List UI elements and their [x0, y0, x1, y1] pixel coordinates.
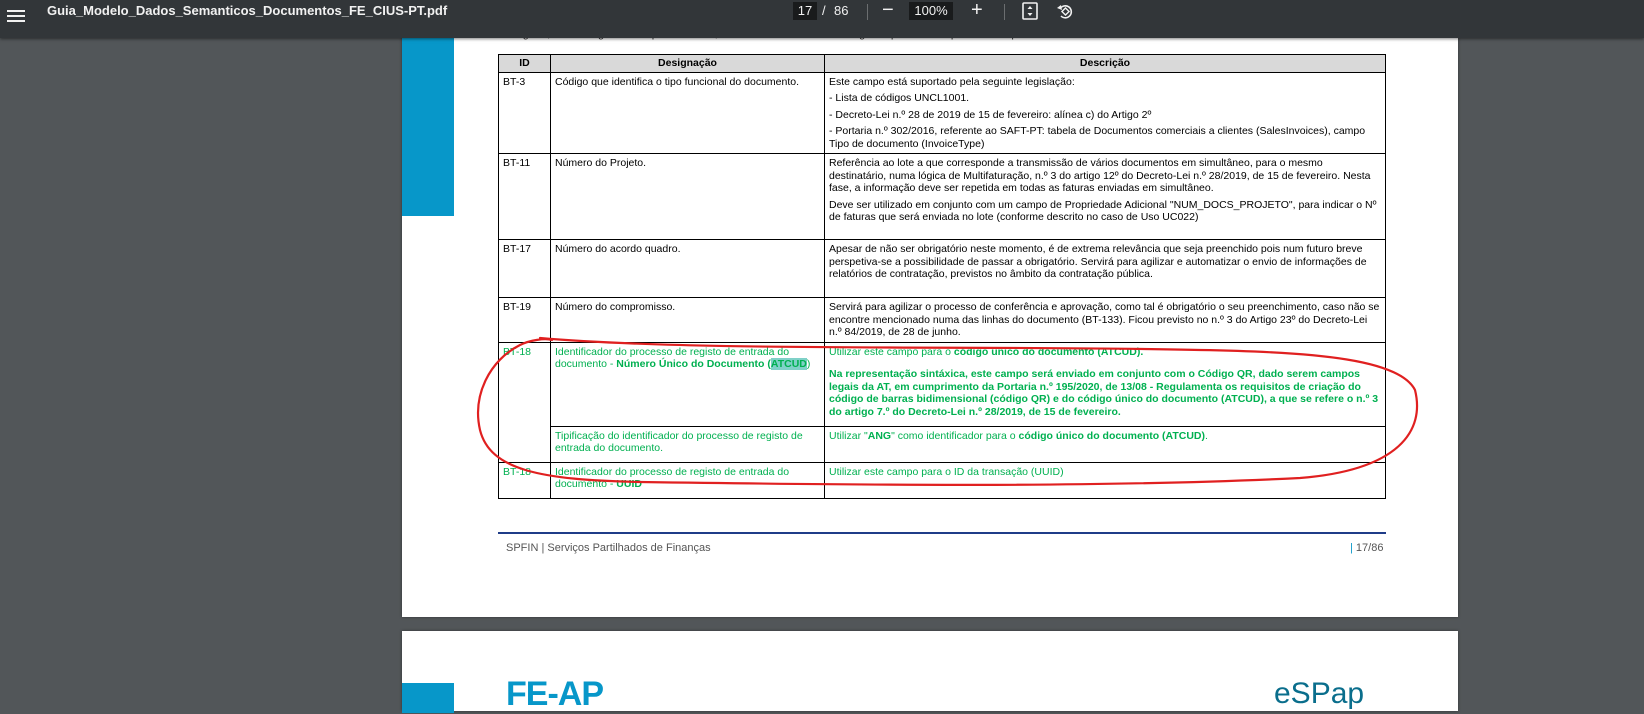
page-number-input[interactable]: 17 — [793, 2, 817, 20]
description-line: Referência ao lote a que corresponde a t… — [829, 157, 1371, 194]
page-side-accent — [402, 28, 454, 216]
designation-bold: UUID — [616, 478, 642, 490]
row-designation: Identificador do processo de registo de … — [550, 341, 825, 427]
table-row: BT-3 Código que identifica o tipo funcio… — [498, 71, 1386, 154]
designation-bold: Número Único do Documento ( — [616, 358, 771, 370]
table-row-bt18-atcud: BT-18 Identificador do processo de regis… — [498, 341, 1386, 463]
header-designation: Designação — [550, 54, 825, 73]
total-pages: 86 — [834, 3, 849, 18]
description-text: Utilizar este campo para o — [829, 345, 954, 358]
row-id: BT-18 — [498, 461, 551, 499]
row-description: Utilizar este campo para o ID da transaç… — [824, 461, 1386, 499]
description-text: Utilizar " — [829, 429, 868, 442]
footer-page-text: 17/86 — [1352, 542, 1384, 554]
row-id: BT-11 — [498, 153, 551, 240]
toolbar-divider — [1004, 4, 1005, 20]
table-row: BT-17 Número do acordo quadro. Apesar de… — [498, 239, 1386, 298]
description-bold: código único do documento (ATCUD). — [953, 345, 1144, 358]
footer-page-number: | 17/86 — [1350, 542, 1383, 554]
row-designation: Identificador do processo de registo de … — [550, 461, 825, 499]
row-designation: Número do Projeto. — [550, 153, 825, 240]
row-id: BT-17 — [498, 239, 551, 298]
fe-ap-logo: FE-AP — [506, 675, 604, 713]
pdf-page: categoria, com o seguinte campo destinad… — [402, 28, 1458, 617]
description-line: - Decreto-Lei n.º 28 de 2019 de 15 de fe… — [829, 108, 1152, 121]
footer-organization: SPFIN | Serviços Partilhados de Finanças — [506, 542, 711, 554]
espap-logo: eSPap — [1274, 677, 1365, 710]
pdf-next-page: FE-AP eSPap — [402, 631, 1458, 713]
description-line: - Portaria n.º 302/2016, referente ao SA… — [829, 125, 1366, 150]
description-text: . — [1205, 429, 1208, 442]
row-designation: Tipificação do identificador do processo… — [550, 425, 825, 463]
description-bold-paragraph: Na representação sintáxica, este campo s… — [829, 368, 1379, 418]
designation-text: Identificador do processo de registo de … — [555, 465, 790, 491]
description-line: - Lista de códigos UNCL1001. — [829, 92, 970, 104]
zoom-out-button[interactable]: − — [882, 0, 894, 20]
row-description: Referência ao lote a que corresponde a t… — [824, 153, 1386, 240]
row-id: BT-19 — [498, 297, 551, 343]
table-row-bt18-type: Tipificação do identificador do processo… — [499, 425, 1386, 463]
pdf-toolbar: Guia_Modelo_Dados_Semanticos_Documentos_… — [0, 0, 1644, 38]
table-row-bt18-uuid: BT-18 Identificador do processo de regis… — [498, 461, 1386, 499]
description-text: " como identificador para o — [891, 429, 1019, 442]
semantic-data-table: ID Designação Descrição BT-3 Código que … — [498, 54, 1386, 499]
header-id: ID — [498, 54, 551, 73]
page-side-accent — [402, 683, 454, 713]
row-description: Utilizar este campo para o código único … — [824, 341, 1386, 427]
menu-icon[interactable] — [6, 6, 28, 28]
row-id: BT-3 — [498, 71, 551, 154]
designation-text-end: ) — [806, 358, 811, 370]
zoom-in-button[interactable]: + — [971, 0, 983, 20]
zoom-level-input[interactable]: 100% — [909, 2, 953, 20]
row-description: Este campo está suportado pela seguinte … — [824, 71, 1386, 154]
table-header-row: ID Designação Descrição — [498, 54, 1386, 73]
row-designation: Número do acordo quadro. — [550, 239, 825, 298]
description-bold: código único do documento (ATCUD) — [1018, 429, 1205, 442]
footer-divider — [498, 532, 1386, 534]
document-title: Guia_Modelo_Dados_Semanticos_Documentos_… — [47, 3, 448, 18]
row-description: Apesar de não ser obrigatório neste mome… — [824, 239, 1386, 298]
fit-page-icon[interactable] — [1020, 1, 1040, 21]
rotate-icon[interactable] — [1055, 1, 1075, 21]
row-description: Utilizar "ANG" como identificador para o… — [824, 425, 1386, 463]
table-row: BT-11 Número do Projeto. Referência ao l… — [498, 153, 1386, 240]
row-designation: Código que identifica o tipo funcional d… — [550, 71, 825, 154]
description-line: Apesar de não ser obrigatório neste mome… — [829, 243, 1367, 280]
row-designation: Número do compromisso. — [550, 297, 825, 343]
row-description: Servirá para agilizar o processo de conf… — [824, 297, 1386, 343]
header-description: Descrição — [824, 54, 1386, 73]
description-line: Servirá para agilizar o processo de conf… — [829, 301, 1380, 338]
description-line: Este campo está suportado pela seguinte … — [829, 75, 1075, 88]
highlighted-atcud: ATCUD — [770, 358, 807, 370]
description-bold: ANG — [867, 429, 892, 442]
page-separator: / — [822, 3, 826, 18]
toolbar-divider — [867, 4, 868, 20]
description-line: Deve ser utilizado em conjunto com um ca… — [829, 198, 1377, 224]
row-id: BT-18 — [498, 341, 551, 463]
table-row: BT-19 Número do compromisso. Servirá par… — [498, 297, 1386, 343]
